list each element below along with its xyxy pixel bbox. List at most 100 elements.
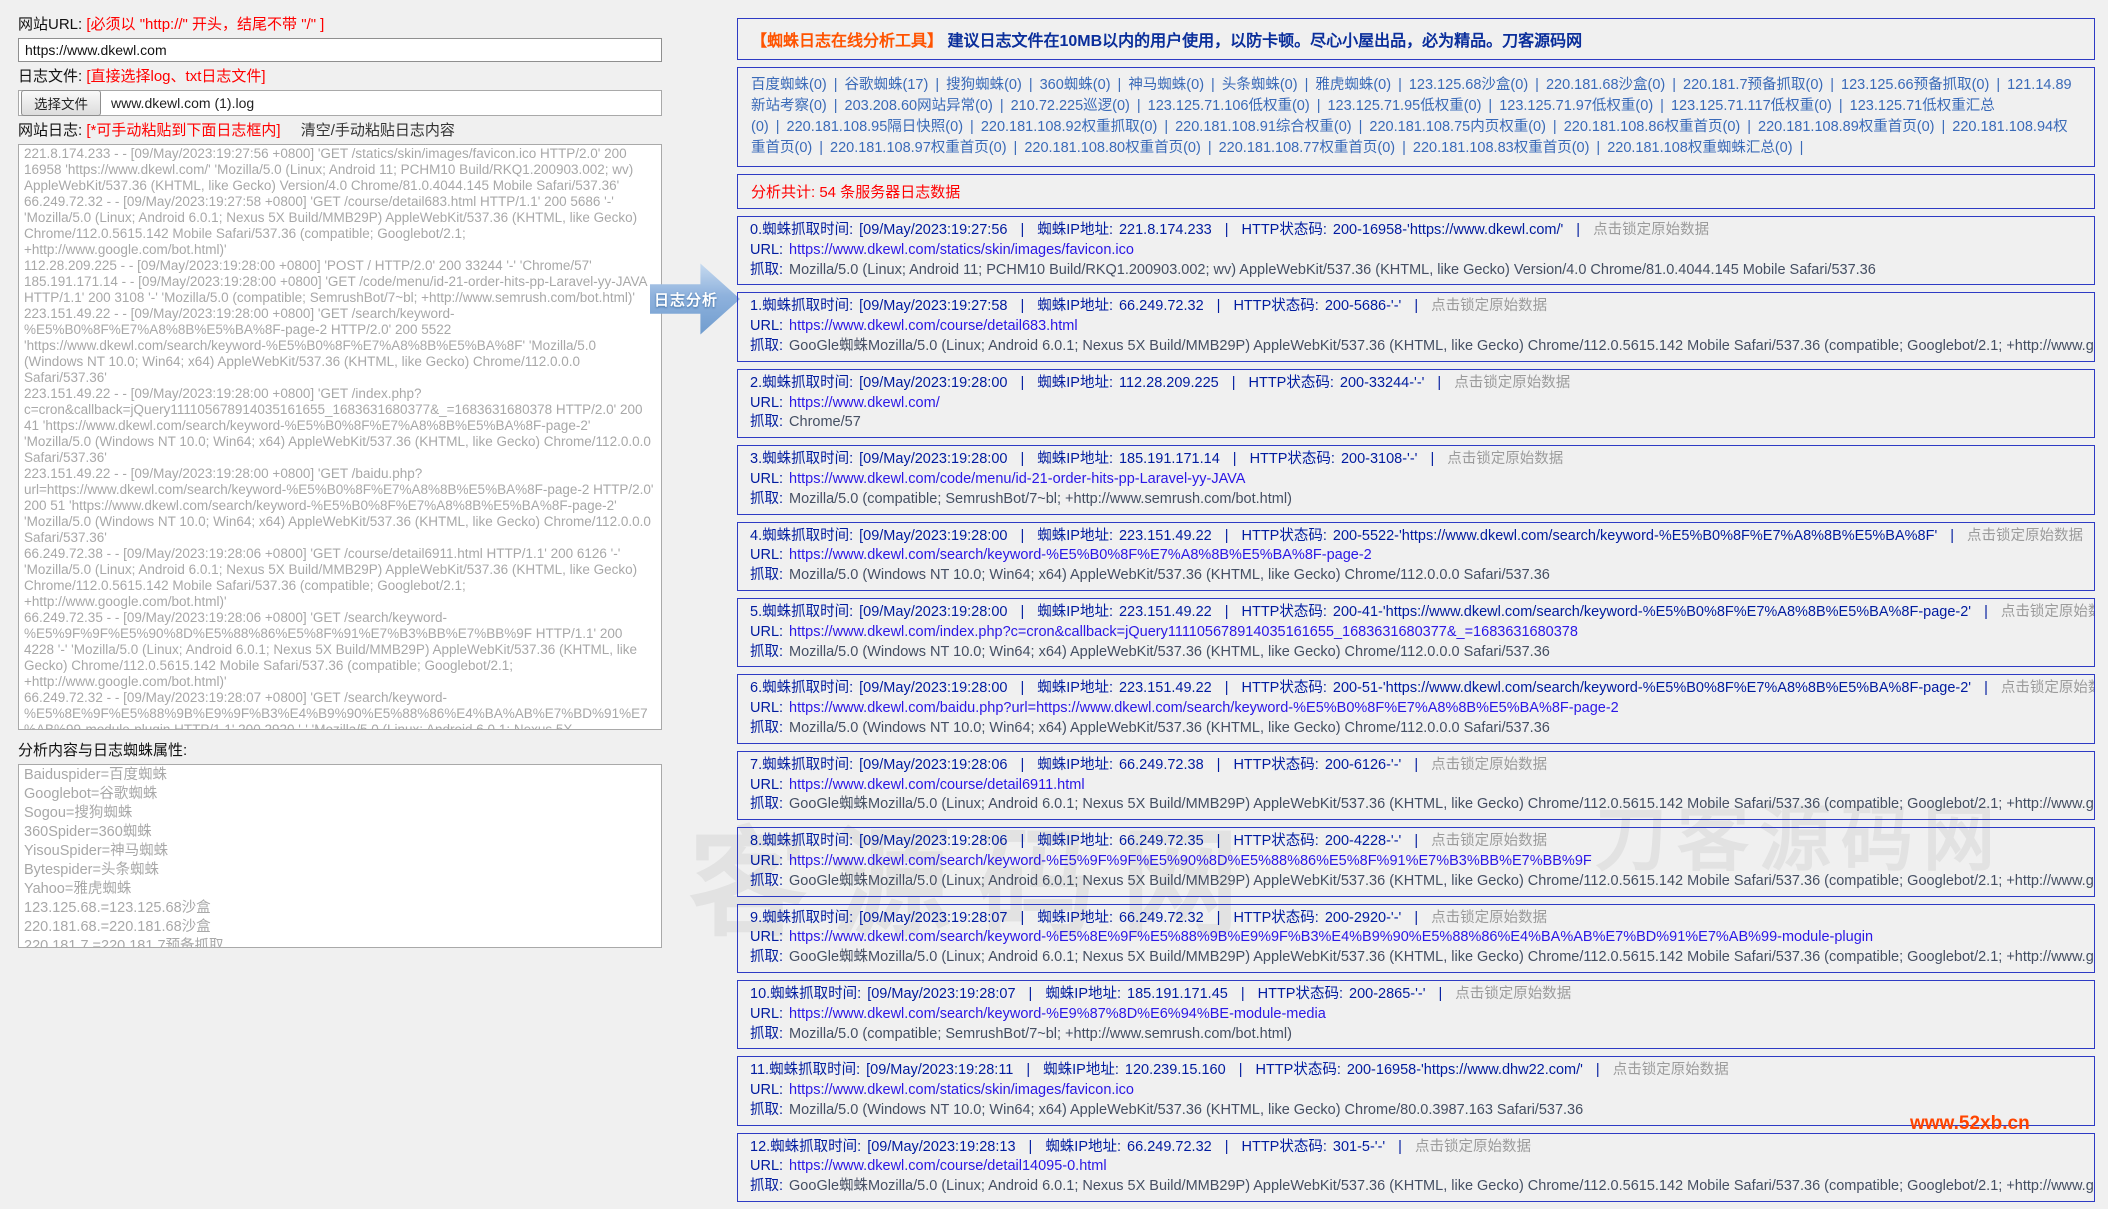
entry-ua-label: 抓取: [750, 262, 783, 278]
lock-raw-data-link[interactable]: 点击锁定原始数据 [2001, 680, 2095, 696]
spider-category-link[interactable]: 123.125.71.117低权重(0) [1671, 98, 1832, 114]
lock-raw-data-link[interactable]: 点击锁定原始数据 [1455, 986, 1571, 1002]
spider-category-link[interactable]: 123.125.71.106低权重(0) [1148, 98, 1310, 114]
entry-time-label: 11.蜘蛛抓取时间: [750, 1062, 860, 1078]
entry-url-link[interactable]: https://www.dkewl.com/statics/skin/image… [789, 1082, 1134, 1098]
separator: | [1996, 77, 2000, 93]
tool-brand-title: 【蜘蛛日志在线分析工具】 [751, 33, 943, 50]
spider-category-link[interactable]: 头条蜘蛛(0) [1222, 77, 1298, 93]
entry-meta-line: 7.蜘蛛抓取时间:[09/May/2023:19:28:06|蜘蛛IP地址:66… [750, 756, 2082, 776]
separator: | [1984, 680, 1988, 696]
entry-url-line: URL:https://www.dkewl.com/baidu.php?url=… [750, 699, 2082, 719]
entry-ua-value: GooGle蜘蛛Mozilla/5.0 (Linux; Android 6.0.… [789, 338, 2095, 354]
spider-category-link[interactable]: 220.181.68沙盒(0) [1546, 77, 1665, 93]
analysis-summary-box: 分析共计: 54 条服务器日志数据 [737, 174, 2095, 209]
spider-category-link[interactable]: 搜狗蜘蛛(0) [946, 77, 1022, 93]
spider-category-link[interactable]: 123.125.71.95低权重(0) [1327, 98, 1481, 114]
entry-url-link[interactable]: https://www.dkewl.com/statics/skin/image… [789, 242, 1134, 258]
entry-url-link[interactable]: https://www.dkewl.com/search/keyword-%E9… [789, 1006, 1326, 1022]
entry-status-label: HTTP状态码: [1258, 986, 1343, 1002]
lock-raw-data-link[interactable]: 点击锁定原始数据 [1431, 833, 1547, 849]
separator: | [1020, 604, 1024, 620]
site-url-input[interactable] [18, 38, 662, 62]
entry-ua-line: 抓取:GooGle蜘蛛Mozilla/5.0 (Linux; Android 6… [750, 795, 2082, 815]
spider-category-link[interactable]: 123.125.68沙盒(0) [1409, 77, 1528, 93]
log-entry: 3.蜘蛛抓取时间:[09/May/2023:19:28:00|蜘蛛IP地址:18… [737, 445, 2095, 514]
separator: | [1398, 1139, 1402, 1155]
spider-category-link[interactable]: 神马蜘蛛(0) [1128, 77, 1204, 93]
separator: | [1437, 375, 1441, 391]
entry-status-label: HTTP状态码: [1233, 298, 1318, 314]
entry-status-label: HTTP状态码: [1242, 1139, 1327, 1155]
entry-url-link[interactable]: https://www.dkewl.com/index.php?c=cron&c… [789, 624, 1578, 640]
entry-status-value: 200-5686-'-' [1325, 298, 1401, 314]
spider-category-link[interactable]: 220.181.108.80权重首页(0) [1024, 140, 1201, 156]
spider-attrs-textarea[interactable]: Baiduspider=百度蜘蛛 Googlebot=谷歌蜘蛛 Sogou=搜狗… [18, 764, 662, 948]
entry-ip-value: 66.249.72.38 [1119, 757, 1204, 773]
spider-category-link[interactable]: 百度蜘蛛(0) [751, 77, 827, 93]
spider-category-link[interactable]: 220.181.108.97权重首页(0) [830, 140, 1007, 156]
analyze-arrow-button[interactable]: 日志分析 [650, 262, 740, 336]
spider-category-link[interactable]: 220.181.108权重蜘蛛汇总(0) [1607, 140, 1792, 156]
spider-category-link[interactable]: 210.72.225巡逻(0) [1011, 98, 1130, 114]
spider-category-link[interactable]: 220.181.108.91综合权重(0) [1175, 119, 1352, 135]
entry-url-link[interactable]: https://www.dkewl.com/course/detail683.h… [789, 318, 1078, 334]
lock-raw-data-link[interactable]: 点击锁定原始数据 [1967, 528, 2083, 544]
lock-raw-data-link[interactable]: 点击锁定原始数据 [1431, 910, 1547, 926]
lock-raw-data-link[interactable]: 点击锁定原始数据 [1431, 757, 1547, 773]
site-watermark-52xb: www.52xb.cn [1910, 1113, 2030, 1135]
entry-ua-value: GooGle蜘蛛Mozilla/5.0 (Linux; Android 6.0.… [789, 873, 2095, 889]
spider-category-link[interactable]: 123.125.71.97低权重(0) [1499, 98, 1653, 114]
separator: | [1029, 1139, 1033, 1155]
lock-raw-data-link[interactable]: 点击锁定原始数据 [1431, 298, 1547, 314]
separator: | [1225, 604, 1229, 620]
spider-category-link[interactable]: 220.181.108.89权重首页(0) [1758, 119, 1935, 135]
lock-raw-data-link[interactable]: 点击锁定原始数据 [1613, 1062, 1729, 1078]
spider-category-link[interactable]: 220.181.108.77权重首页(0) [1219, 140, 1396, 156]
separator: | [1020, 528, 1024, 544]
file-input[interactable]: 选择文件 www.dkewl.com (1).log [18, 90, 662, 116]
lock-raw-data-link[interactable]: 点击锁定原始数据 [1454, 375, 1570, 391]
entry-ip-value: 66.249.72.32 [1119, 910, 1204, 926]
lock-raw-data-link[interactable]: 点击锁定原始数据 [1447, 451, 1563, 467]
entry-ip-value: 185.191.171.45 [1127, 986, 1228, 1002]
spider-category-link[interactable]: 220.181.108.75内页权重(0) [1369, 119, 1546, 135]
entry-ua-line: 抓取:Mozilla/5.0 (Windows NT 10.0; Win64; … [750, 719, 2082, 739]
log-content-textarea[interactable]: 221.8.174.233 - - [09/May/2023:19:27:56 … [18, 144, 662, 730]
entry-meta-line: 1.蜘蛛抓取时间:[09/May/2023:19:27:58|蜘蛛IP地址:66… [750, 297, 2082, 317]
entry-url-link[interactable]: https://www.dkewl.com/code/menu/id-21-or… [789, 471, 1245, 487]
entry-url-link[interactable]: https://www.dkewl.com/ [789, 395, 940, 411]
entry-url-link[interactable]: https://www.dkewl.com/course/detail14095… [789, 1158, 1107, 1174]
spider-category-link[interactable]: 360蜘蛛(0) [1040, 77, 1111, 93]
entry-ua-line: 抓取: Mozilla/5.0 (Linux; Android 11; PCHM1… [750, 261, 2082, 281]
entry-url-link[interactable]: https://www.dkewl.com/search/keyword-%E5… [789, 547, 1372, 563]
separator: | [1317, 98, 1321, 114]
entry-url-link[interactable]: https://www.dkewl.com/search/keyword-%E5… [789, 853, 1592, 869]
lock-raw-data-link[interactable]: 点击锁定原始数据 [2001, 604, 2095, 620]
entry-ip-value: 221.8.174.233 [1119, 222, 1212, 238]
spider-category-link[interactable]: 谷歌蜘蛛(17) [845, 77, 929, 93]
entry-ua-value: Mozilla/5.0 (Linux; Android 11; PCHM10 B… [789, 262, 1876, 278]
spider-category-link[interactable]: 220.181.108.83权重首页(0) [1413, 140, 1590, 156]
spider-category-link[interactable]: 220.181.108.86权重首页(0) [1564, 119, 1741, 135]
log-file-hint: [直接选择log、txt日志文件] [86, 68, 265, 85]
spider-category-link[interactable]: 220.181.108.95隔日快照(0) [787, 119, 964, 135]
entry-url-label: URL: [750, 624, 783, 640]
site-log-label: 网站日志: [18, 122, 82, 139]
entry-url-link[interactable]: https://www.dkewl.com/baidu.php?url=http… [789, 700, 1619, 716]
entry-url-link[interactable]: https://www.dkewl.com/course/detail6911.… [789, 777, 1085, 793]
entry-ua-line: 抓取:GooGle蜘蛛Mozilla/5.0 (Linux; Android 6… [750, 872, 2082, 892]
lock-raw-data-link[interactable]: 点击锁定原始数据 [1593, 222, 1709, 238]
spider-category-link[interactable]: 雅虎蜘蛛(0) [1315, 77, 1391, 93]
spider-category-link[interactable]: 220.181.7预备抓取(0) [1683, 77, 1823, 93]
separator: | [1596, 140, 1600, 156]
spider-category-link[interactable]: 203.208.60网站异常(0) [845, 98, 993, 114]
lock-raw-data-link[interactable]: 点击锁定原始数据 [1415, 1139, 1531, 1155]
choose-file-button[interactable]: 选择文件 [21, 90, 101, 116]
separator: | [1014, 140, 1018, 156]
spider-category-link[interactable]: 220.181.108.92权重抓取(0) [981, 119, 1158, 135]
spider-category-link[interactable]: 123.125.66预备抓取(0) [1841, 77, 1989, 93]
clear-paste-log-link[interactable]: 清空/手动粘贴日志内容 [301, 122, 455, 139]
entry-url-link[interactable]: https://www.dkewl.com/search/keyword-%E5… [789, 929, 1873, 945]
entry-ip-value: 112.28.209.225 [1119, 375, 1219, 391]
